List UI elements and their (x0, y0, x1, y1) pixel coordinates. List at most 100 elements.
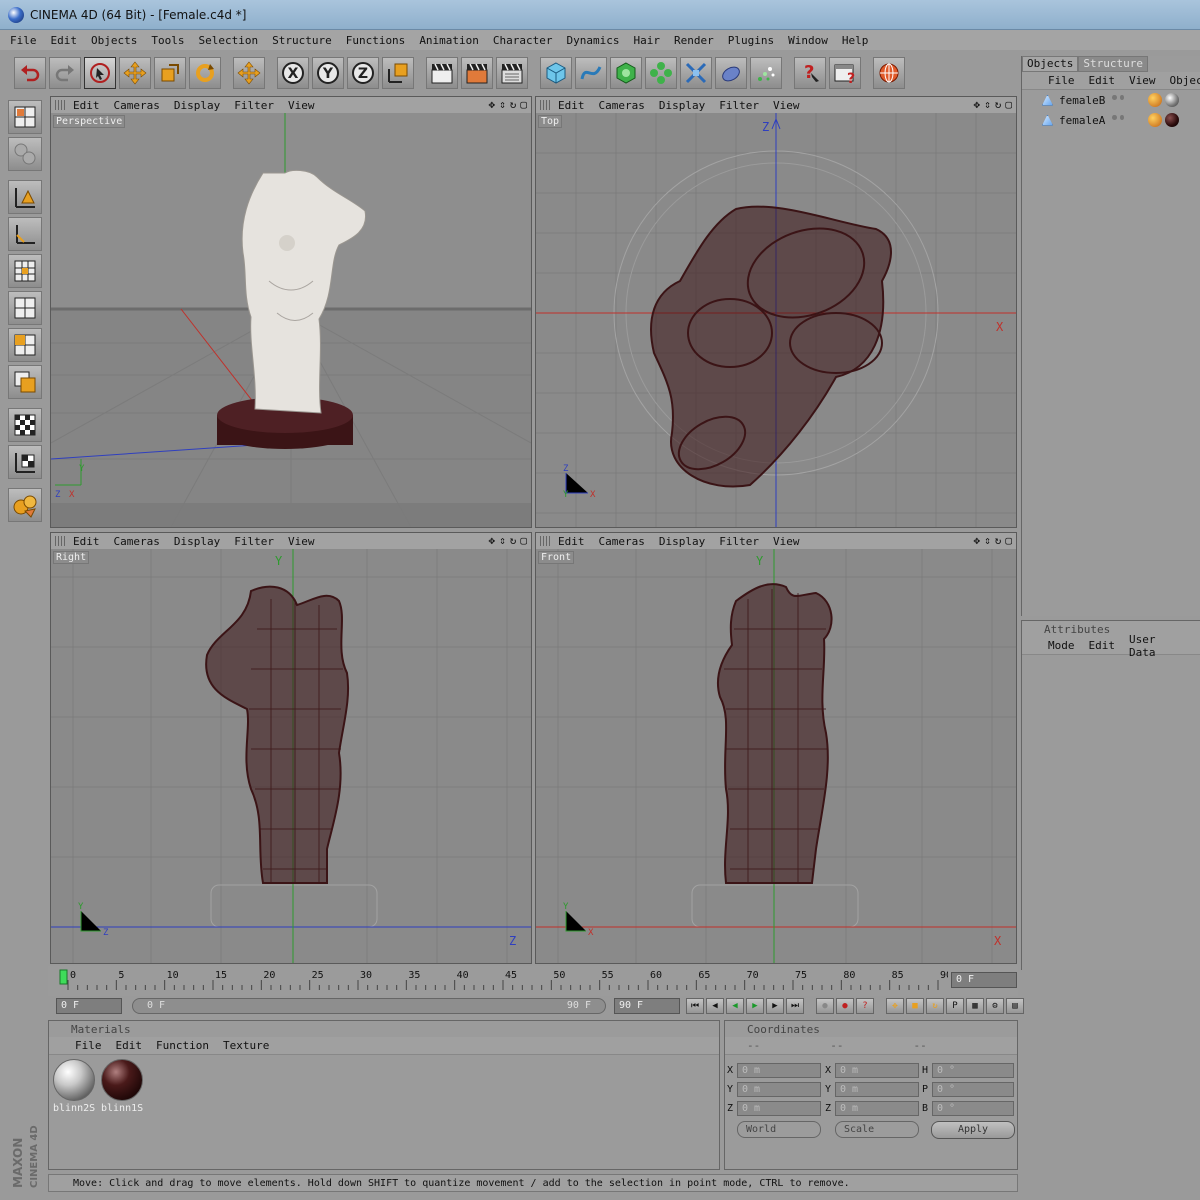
attribute-menu-user-data[interactable]: User Data (1129, 633, 1186, 659)
viewport-menu-display[interactable]: Display (659, 535, 705, 548)
orbit-view-icon[interactable]: ↻ (510, 534, 517, 547)
recent-tool-button[interactable] (233, 57, 265, 89)
orbit-view-icon[interactable]: ↻ (510, 98, 517, 111)
model-tool-button[interactable] (8, 180, 42, 214)
x-axis-lock-button[interactable]: X (277, 57, 309, 89)
pan-view-icon[interactable]: ✥ (974, 98, 981, 111)
dolly-view-icon[interactable]: ⇕ (499, 98, 506, 111)
y-axis-lock-button[interactable]: Y (312, 57, 344, 89)
top-viewport[interactable]: Edit Cameras Display Filter View ✥⇕ ↻▢ (535, 96, 1017, 528)
render-picture-viewer-button[interactable] (461, 57, 493, 89)
object-axis-button[interactable] (8, 217, 42, 251)
menu-character[interactable]: Character (493, 34, 553, 47)
visibility-dots[interactable] (1112, 95, 1124, 105)
edge-mode-button[interactable] (8, 328, 42, 362)
rotation-p-field[interactable]: 0 ° (932, 1082, 1014, 1097)
autokey-button[interactable]: ● (836, 998, 854, 1014)
viewport-menu-cameras[interactable]: Cameras (114, 535, 160, 548)
viewport-menu-filter[interactable]: Filter (719, 99, 759, 112)
live-selection-button[interactable] (84, 57, 116, 89)
dolly-view-icon[interactable]: ⇕ (984, 534, 991, 547)
add-spline-button[interactable] (575, 57, 607, 89)
menu-file[interactable]: File (10, 34, 37, 47)
material-swatch-blinn2s[interactable]: blinn2S (51, 1057, 97, 1115)
animation-mode-button[interactable] (8, 488, 42, 522)
keyframe-selection-button[interactable]: ? (856, 998, 874, 1014)
maximize-view-icon[interactable]: ▢ (520, 98, 527, 111)
perspective-canvas[interactable]: Y Z X (51, 113, 531, 527)
viewport-menu-filter[interactable]: Filter (234, 535, 274, 548)
goto-end-button[interactable]: ⏭ (786, 998, 804, 1014)
render-view-button[interactable] (426, 57, 458, 89)
attribute-menu-edit[interactable]: Edit (1089, 639, 1116, 652)
timeline[interactable]: 0 5 10 15 20 25 30 35 40 45 50 55 60 65 70 75 80 85 90 0 F (48, 966, 1018, 996)
animation-settings-button[interactable]: ⚙ (986, 998, 1004, 1014)
preview-range-slider[interactable]: 0 F 90 F (132, 998, 606, 1014)
timeline-layout-button[interactable]: ▤ (1006, 998, 1024, 1014)
enable-axis-button[interactable] (8, 408, 42, 442)
texture-tag-icon[interactable] (1148, 113, 1162, 127)
menu-edit[interactable]: Edit (51, 34, 78, 47)
front-canvas[interactable]: Y X Y X (536, 549, 1016, 963)
viewport-menu-cameras[interactable]: Cameras (114, 99, 160, 112)
viewport-menu-display[interactable]: Display (659, 99, 705, 112)
viewport-menu-filter[interactable]: Filter (719, 535, 759, 548)
viewport-menu-display[interactable]: Display (174, 535, 220, 548)
key-position-button[interactable]: ✥ (886, 998, 904, 1014)
layout-help-button[interactable]: ? (829, 57, 861, 89)
rotation-b-field[interactable]: 0 ° (932, 1101, 1014, 1116)
material-menu-texture[interactable]: Texture (223, 1039, 269, 1052)
timeline-ruler[interactable]: 0 5 10 15 20 25 30 35 40 45 50 55 60 65 70 75 80 85 90 (58, 966, 948, 994)
object-menu-view[interactable]: View (1129, 74, 1156, 87)
right-viewport[interactable]: Edit Cameras Display Filter View ✥ ⇕ ↻ ▢ Y … (50, 532, 532, 964)
material-swatch-blinn1s[interactable]: blinn1S (99, 1057, 145, 1115)
move-tool-button[interactable] (119, 57, 151, 89)
add-environment-button[interactable] (715, 57, 747, 89)
goto-start-button[interactable]: ⏮ (686, 998, 704, 1014)
menu-dynamics[interactable]: Dynamics (567, 34, 620, 47)
add-array-button[interactable] (645, 57, 677, 89)
maximize-view-icon[interactable]: ▢ (520, 534, 527, 547)
rotation-h-field[interactable]: 0 ° (932, 1063, 1014, 1078)
menu-plugins[interactable]: Plugins (728, 34, 774, 47)
dolly-view-icon[interactable]: ⇕ (984, 98, 991, 111)
object-menu-file[interactable]: File (1048, 74, 1075, 87)
web-button[interactable] (873, 57, 905, 89)
menu-objects[interactable]: Objects (91, 34, 137, 47)
min-time-field[interactable]: 0 F (56, 998, 122, 1014)
viewport-menu-edit[interactable]: Edit (73, 535, 100, 548)
position-z-field[interactable]: 0 m (737, 1101, 821, 1116)
viewport-menu-display[interactable]: Display (174, 99, 220, 112)
z-axis-lock-button[interactable]: Z (347, 57, 379, 89)
coordinate-system-button[interactable] (382, 57, 414, 89)
tweak-mode-button[interactable] (8, 445, 42, 479)
object-tags[interactable] (1148, 113, 1179, 127)
render-settings-button[interactable] (496, 57, 528, 89)
object-name[interactable]: femaleB (1059, 94, 1105, 107)
viewport-menu-filter[interactable]: Filter (234, 99, 274, 112)
object-menu-edit[interactable]: Edit (1089, 74, 1116, 87)
help-button[interactable]: ? (794, 57, 826, 89)
object-name[interactable]: femaleA (1059, 114, 1105, 127)
key-pla-button[interactable]: ▦ (966, 998, 984, 1014)
size-x-field[interactable]: 0 m (835, 1063, 919, 1078)
material-tag-icon[interactable] (1165, 93, 1179, 107)
menu-render[interactable]: Render (674, 34, 714, 47)
material-tag-icon[interactable] (1165, 113, 1179, 127)
orbit-view-icon[interactable]: ↻ (995, 98, 1002, 111)
prev-frame-button[interactable]: ◀ (706, 998, 724, 1014)
apply-button[interactable]: Apply (931, 1121, 1015, 1139)
position-x-field[interactable]: 0 m (737, 1063, 821, 1078)
key-rotation-button[interactable]: ↻ (926, 998, 944, 1014)
menu-hair[interactable]: Hair (634, 34, 661, 47)
texture-mode-button[interactable] (8, 254, 42, 288)
current-frame-marker[interactable] (59, 969, 68, 985)
viewport-menu-edit[interactable]: Edit (73, 99, 100, 112)
viewport-menu-view[interactable]: View (288, 535, 315, 548)
object-row-femalea[interactable]: femaleA (1022, 110, 1200, 130)
use-model-mode-button[interactable] (8, 137, 42, 171)
play-backwards-button[interactable]: ◀ (726, 998, 744, 1014)
rotate-tool-button[interactable] (189, 57, 221, 89)
size-z-field[interactable]: 0 m (835, 1101, 919, 1116)
tab-structure[interactable]: Structure (1078, 56, 1148, 72)
